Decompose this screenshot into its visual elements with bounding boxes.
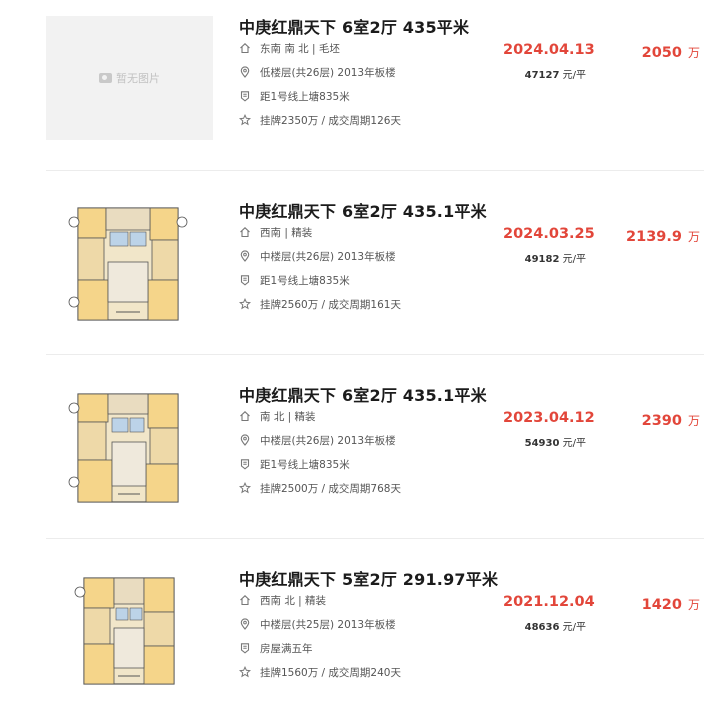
- floor-info-row: 低楼层(共26层) 2013年板楼: [239, 64, 396, 80]
- total-price-value: 2390: [641, 413, 682, 429]
- house-info: 西南 | 精装: [260, 226, 313, 239]
- floor-info: 中楼层(共25层) 2013年板楼: [260, 618, 396, 631]
- location-pin-icon: [239, 618, 251, 630]
- floor-info: 中楼层(共26层) 2013年板楼: [260, 250, 396, 263]
- location-pin-icon: [239, 434, 251, 446]
- listing-image-placeholder[interactable]: 暂无图片: [46, 16, 213, 140]
- floorplan-image[interactable]: [68, 202, 188, 326]
- listing-divider: [46, 170, 704, 171]
- floor-info-row: 中楼层(共26层) 2013年板楼: [239, 432, 396, 448]
- unit-price: 54930 元/平: [525, 434, 586, 449]
- listing-card[interactable]: 中庚红鼎天下 5室2厅 291.97平米 西南 北 | 精装 中楼层(共25层)…: [0, 552, 720, 720]
- star-icon: [239, 114, 251, 126]
- floor-info: 中楼层(共26层) 2013年板楼: [260, 434, 396, 447]
- listing-title[interactable]: 中庚红鼎天下 6室2厅 435.1平米: [239, 382, 487, 406]
- tag-info-row: 距1号线上塘835米: [239, 272, 350, 288]
- total-price-value: 2139.9: [626, 229, 682, 245]
- unit-price: 49182 元/平: [525, 250, 586, 265]
- shield-tag-icon: [239, 274, 251, 286]
- unit-price-suffix: 元/平: [562, 622, 586, 633]
- listing-divider: [46, 354, 704, 355]
- house-info: 西南 北 | 精装: [260, 594, 327, 607]
- listing-title[interactable]: 中庚红鼎天下 6室2厅 435.1平米: [239, 198, 487, 222]
- total-price: 2390 万: [642, 410, 700, 429]
- unit-price-suffix: 元/平: [562, 254, 586, 265]
- star-icon: [239, 666, 251, 678]
- listing-card[interactable]: 暂无图片 中庚红鼎天下 6室2厅 435平米 东南 南 北 | 毛坯 低楼层(共…: [0, 0, 720, 184]
- house-icon: [239, 594, 251, 606]
- listing-card[interactable]: 中庚红鼎天下 6室2厅 435.1平米 西南 | 精装 中楼层(共26层) 20…: [0, 184, 720, 368]
- floor-info: 低楼层(共26层) 2013年板楼: [260, 66, 396, 79]
- placeholder-text: 暂无图片: [116, 72, 160, 85]
- house-icon: [239, 410, 251, 422]
- unit-price: 48636 元/平: [525, 618, 586, 633]
- shield-tag-icon: [239, 642, 251, 654]
- house-info-row: 西南 | 精装: [239, 224, 312, 240]
- listing-info-row: 挂牌2350万 / 成交周期126天: [239, 112, 401, 128]
- floorplan-image[interactable]: [68, 386, 188, 510]
- house-icon: [239, 42, 251, 54]
- house-info: 东南 南 北 | 毛坯: [260, 42, 340, 55]
- total-price-unit: 万: [687, 598, 700, 612]
- floor-info-row: 中楼层(共25层) 2013年板楼: [239, 616, 396, 632]
- house-info-row: 南 北 | 精装: [239, 408, 316, 424]
- deal-date: 2021.12.04: [503, 594, 595, 610]
- unit-price: 47127 元/平: [525, 66, 586, 81]
- tag-info-row: 房屋满五年: [239, 640, 313, 656]
- deal-date: 2024.03.25: [503, 226, 595, 242]
- tag-info: 距1号线上塘835米: [260, 90, 350, 103]
- total-price: 2139.9 万: [626, 226, 700, 245]
- shield-tag-icon: [239, 90, 251, 102]
- listing-info-row: 挂牌2560万 / 成交周期161天: [239, 296, 401, 312]
- listing-info: 挂牌2350万 / 成交周期126天: [260, 114, 401, 127]
- location-pin-icon: [239, 66, 251, 78]
- total-price-value: 1420: [641, 597, 682, 613]
- listing-info: 挂牌1560万 / 成交周期240天: [260, 666, 401, 679]
- house-icon: [239, 226, 251, 238]
- listing-title[interactable]: 中庚红鼎天下 6室2厅 435平米: [239, 14, 469, 38]
- tag-info-row: 距1号线上塘835米: [239, 456, 350, 472]
- house-info-row: 东南 南 北 | 毛坯: [239, 40, 340, 56]
- listing-divider: [46, 538, 704, 539]
- total-price-unit: 万: [687, 230, 700, 244]
- shield-tag-icon: [239, 458, 251, 470]
- unit-price-suffix: 元/平: [562, 438, 586, 449]
- listing-card[interactable]: 中庚红鼎天下 6室2厅 435.1平米 南 北 | 精装 中楼层(共26层) 2…: [0, 368, 720, 552]
- floor-info-row: 中楼层(共26层) 2013年板楼: [239, 248, 396, 264]
- total-price-unit: 万: [687, 46, 700, 60]
- deal-date: 2024.04.13: [503, 42, 595, 58]
- listing-info-row: 挂牌2500万 / 成交周期768天: [239, 480, 401, 496]
- floorplan-image[interactable]: [74, 570, 182, 694]
- unit-price-value: 49182: [524, 254, 560, 265]
- house-info: 南 北 | 精装: [260, 410, 316, 423]
- listing-info: 挂牌2500万 / 成交周期768天: [260, 482, 401, 495]
- star-icon: [239, 482, 251, 494]
- total-price: 1420 万: [642, 594, 700, 613]
- unit-price-value: 54930: [524, 438, 560, 449]
- unit-price-suffix: 元/平: [562, 70, 586, 81]
- location-pin-icon: [239, 250, 251, 262]
- listing-info-row: 挂牌1560万 / 成交周期240天: [239, 664, 401, 680]
- total-price-value: 2050: [641, 45, 682, 61]
- star-icon: [239, 298, 251, 310]
- unit-price-value: 47127: [524, 70, 560, 81]
- tag-info: 距1号线上塘835米: [260, 274, 350, 287]
- deal-date: 2023.04.12: [503, 410, 595, 426]
- total-price-unit: 万: [687, 414, 700, 428]
- tag-info-row: 距1号线上塘835米: [239, 88, 350, 104]
- unit-price-value: 48636: [524, 622, 560, 633]
- total-price: 2050 万: [642, 42, 700, 61]
- listing-title[interactable]: 中庚红鼎天下 5室2厅 291.97平米: [239, 566, 498, 590]
- tag-info: 房屋满五年: [260, 642, 313, 655]
- listing-info: 挂牌2560万 / 成交周期161天: [260, 298, 401, 311]
- camera-icon: [99, 73, 112, 83]
- tag-info: 距1号线上塘835米: [260, 458, 350, 471]
- house-info-row: 西南 北 | 精装: [239, 592, 326, 608]
